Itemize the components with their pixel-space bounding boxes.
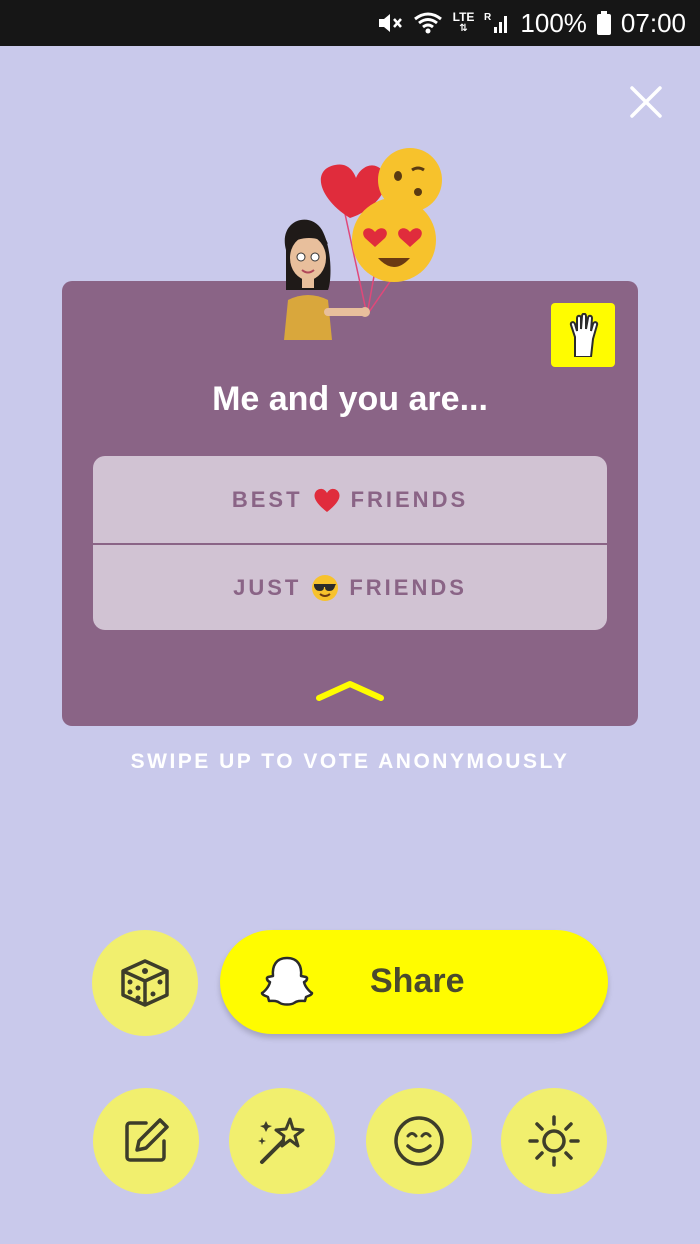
swipe-hint: SWIPE UP TO VOTE ANONYMOUSLY (130, 750, 570, 773)
option-just-friends[interactable]: JUST FRIENDS (93, 543, 607, 630)
raise-hand-icon (569, 313, 599, 357)
option-best-friends[interactable]: BEST FRIENDS (93, 456, 607, 543)
close-button[interactable] (626, 82, 666, 122)
option-label-post: FRIENDS (350, 486, 469, 512)
raise-hand-button[interactable] (551, 303, 615, 367)
clock: 07:00 (620, 7, 686, 38)
share-button[interactable]: Share (220, 930, 608, 1034)
battery-icon (596, 11, 611, 35)
edit-button[interactable] (93, 1088, 199, 1194)
option-label-pre: BEST (231, 486, 303, 512)
dice-icon (121, 959, 169, 1007)
red-heart-icon (313, 487, 341, 513)
smiley-icon (394, 1116, 444, 1166)
network-type: LTE (452, 10, 475, 24)
sticker-button[interactable] (366, 1088, 472, 1194)
swipe-up-handle[interactable] (314, 676, 386, 704)
mute-icon (377, 11, 403, 35)
brightness-icon (528, 1115, 580, 1167)
status-bar: LTE ⇅ R 100% 07:00 (0, 0, 700, 46)
wifi-icon (413, 11, 443, 35)
heart-eyes-balloon (352, 198, 436, 282)
option-label-pre: JUST (233, 574, 302, 600)
magic-wand-icon (258, 1117, 305, 1164)
poll-options: BEST FRIENDS JUST FRIENDS (93, 456, 607, 630)
magic-wand-button[interactable] (229, 1088, 335, 1194)
share-label: Share (370, 962, 465, 1000)
sunglasses-face-icon (311, 574, 339, 602)
theme-button[interactable] (501, 1088, 607, 1194)
bitmoji-sticker (270, 140, 460, 340)
poll-question: Me and you are... (212, 380, 488, 418)
option-label-post: FRIENDS (349, 574, 467, 600)
battery-percent: 100% (520, 7, 587, 38)
roaming-label: R (484, 12, 492, 23)
close-icon (630, 86, 662, 118)
shuffle-question-button[interactable] (92, 930, 198, 1036)
chevron-up-icon (316, 681, 384, 701)
signal-icon: R (484, 11, 510, 35)
edit-icon (125, 1118, 169, 1162)
snapchat-ghost-icon (260, 954, 314, 1013)
network-indicator: LTE ⇅ (452, 10, 475, 34)
